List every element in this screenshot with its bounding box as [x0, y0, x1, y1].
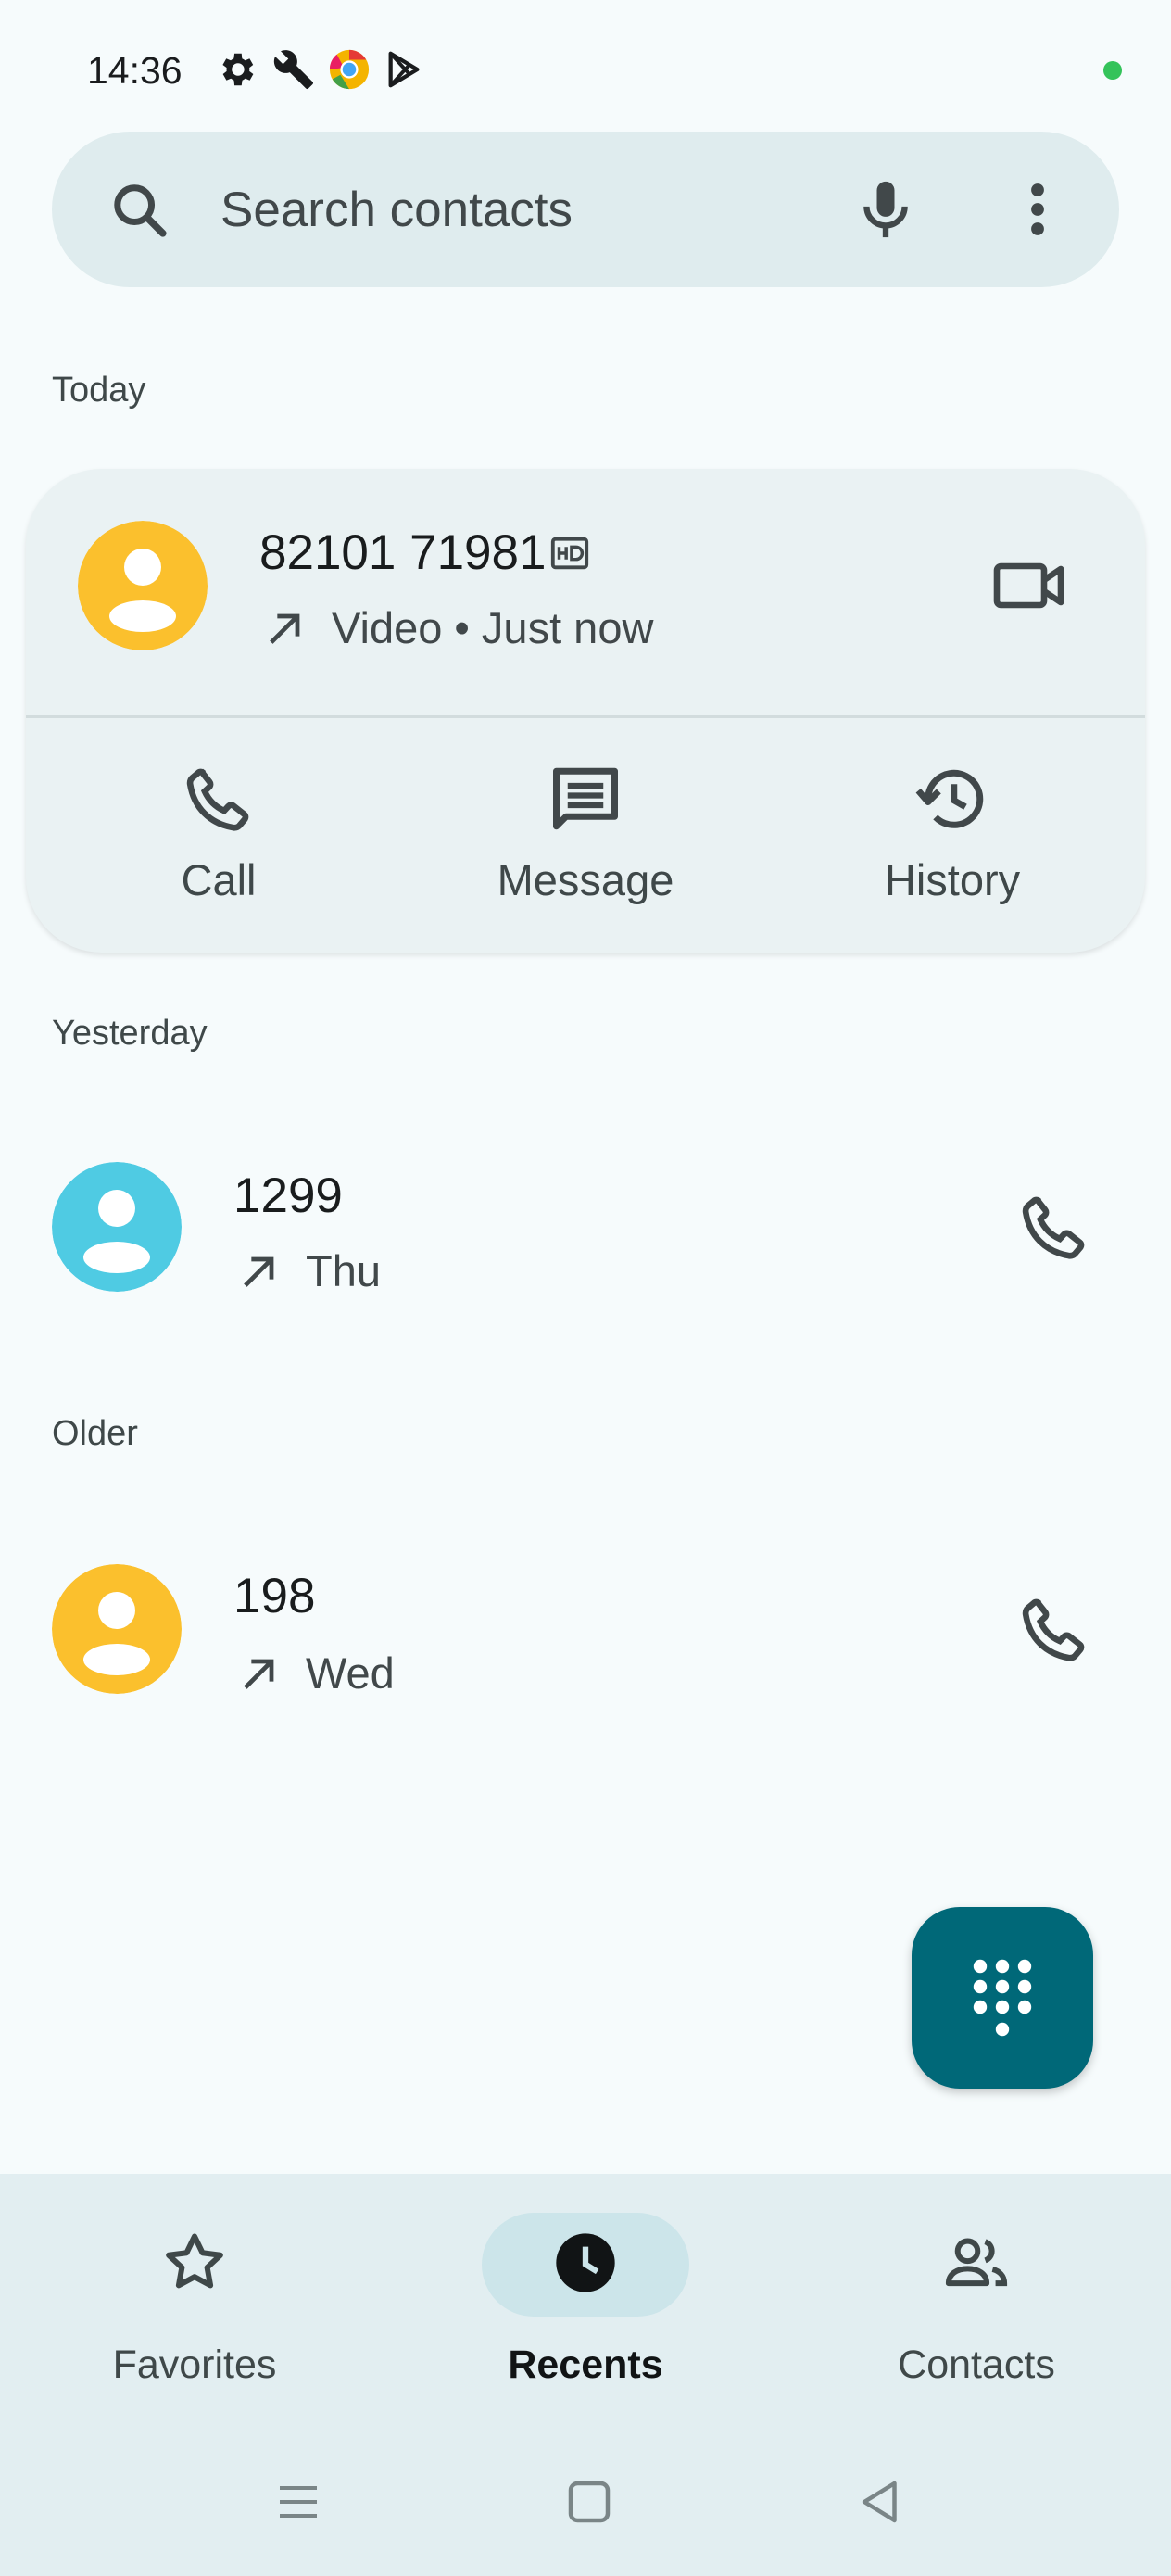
section-header-yesterday: Yesterday — [52, 1014, 208, 1053]
status-time: 14:36 — [87, 49, 183, 92]
phone-icon — [186, 768, 249, 831]
tab-favorites[interactable]: Favorites — [46, 2211, 343, 2396]
call-number: 82101 71981 — [259, 525, 547, 580]
card-divider — [26, 715, 1145, 718]
more-vert-icon[interactable] — [1010, 176, 1065, 243]
tab-contacts-label: Contacts — [898, 2342, 1055, 2387]
message-action-button[interactable]: Message — [437, 760, 734, 917]
tab-recents[interactable]: Recents — [437, 2211, 734, 2396]
avatar[interactable] — [52, 1162, 182, 1292]
search-icon[interactable] — [107, 178, 172, 243]
hd-icon — [550, 537, 589, 570]
section-header-today: Today — [52, 371, 146, 410]
tab-favorites-label: Favorites — [112, 2342, 277, 2387]
outgoing-arrow-icon — [244, 1659, 274, 1689]
call-number: 1299 — [233, 1168, 343, 1223]
search-bar[interactable] — [52, 132, 1119, 287]
call-action-button[interactable]: Call — [70, 760, 367, 917]
message-action-label: Message — [497, 855, 674, 904]
gear-icon — [222, 53, 254, 86]
status-indicator-dot — [1103, 61, 1122, 80]
videocam-icon[interactable] — [991, 552, 1069, 619]
outgoing-arrow-icon — [270, 613, 300, 644]
section-header-older: Older — [52, 1414, 138, 1453]
wrench-icon — [273, 50, 314, 90]
call-action-label: Call — [181, 855, 257, 904]
outgoing-arrow-icon — [244, 1256, 274, 1287]
home-icon[interactable] — [561, 2474, 617, 2530]
dialpad-icon — [973, 1959, 1032, 2037]
menu-icon[interactable] — [271, 2474, 326, 2530]
chrome-like-app-icon — [329, 49, 370, 90]
avatar[interactable] — [78, 521, 208, 650]
avatar[interactable] — [52, 1564, 182, 1694]
call-detail: Video • Just now — [332, 603, 654, 652]
search-input[interactable]: Search contacts — [220, 178, 573, 243]
clock-icon — [556, 2233, 615, 2292]
play-store-icon — [388, 51, 420, 88]
phone-icon[interactable] — [1015, 1590, 1093, 1668]
phone-icon[interactable] — [1015, 1188, 1093, 1266]
people-icon — [945, 2238, 1008, 2287]
call-detail: Wed — [306, 1648, 395, 1698]
history-action-button[interactable]: History — [804, 760, 1101, 917]
star-outline-icon — [166, 2233, 223, 2289]
tab-recents-label: Recents — [508, 2342, 663, 2387]
tab-contacts[interactable]: Contacts — [828, 2211, 1125, 2396]
call-detail: Thu — [306, 1246, 381, 1295]
history-icon — [915, 769, 984, 828]
mic-icon[interactable] — [850, 174, 921, 245]
message-icon — [553, 767, 618, 830]
back-icon[interactable] — [850, 2474, 906, 2530]
call-number: 198 — [233, 1569, 316, 1623]
history-action-label: History — [884, 855, 1021, 904]
